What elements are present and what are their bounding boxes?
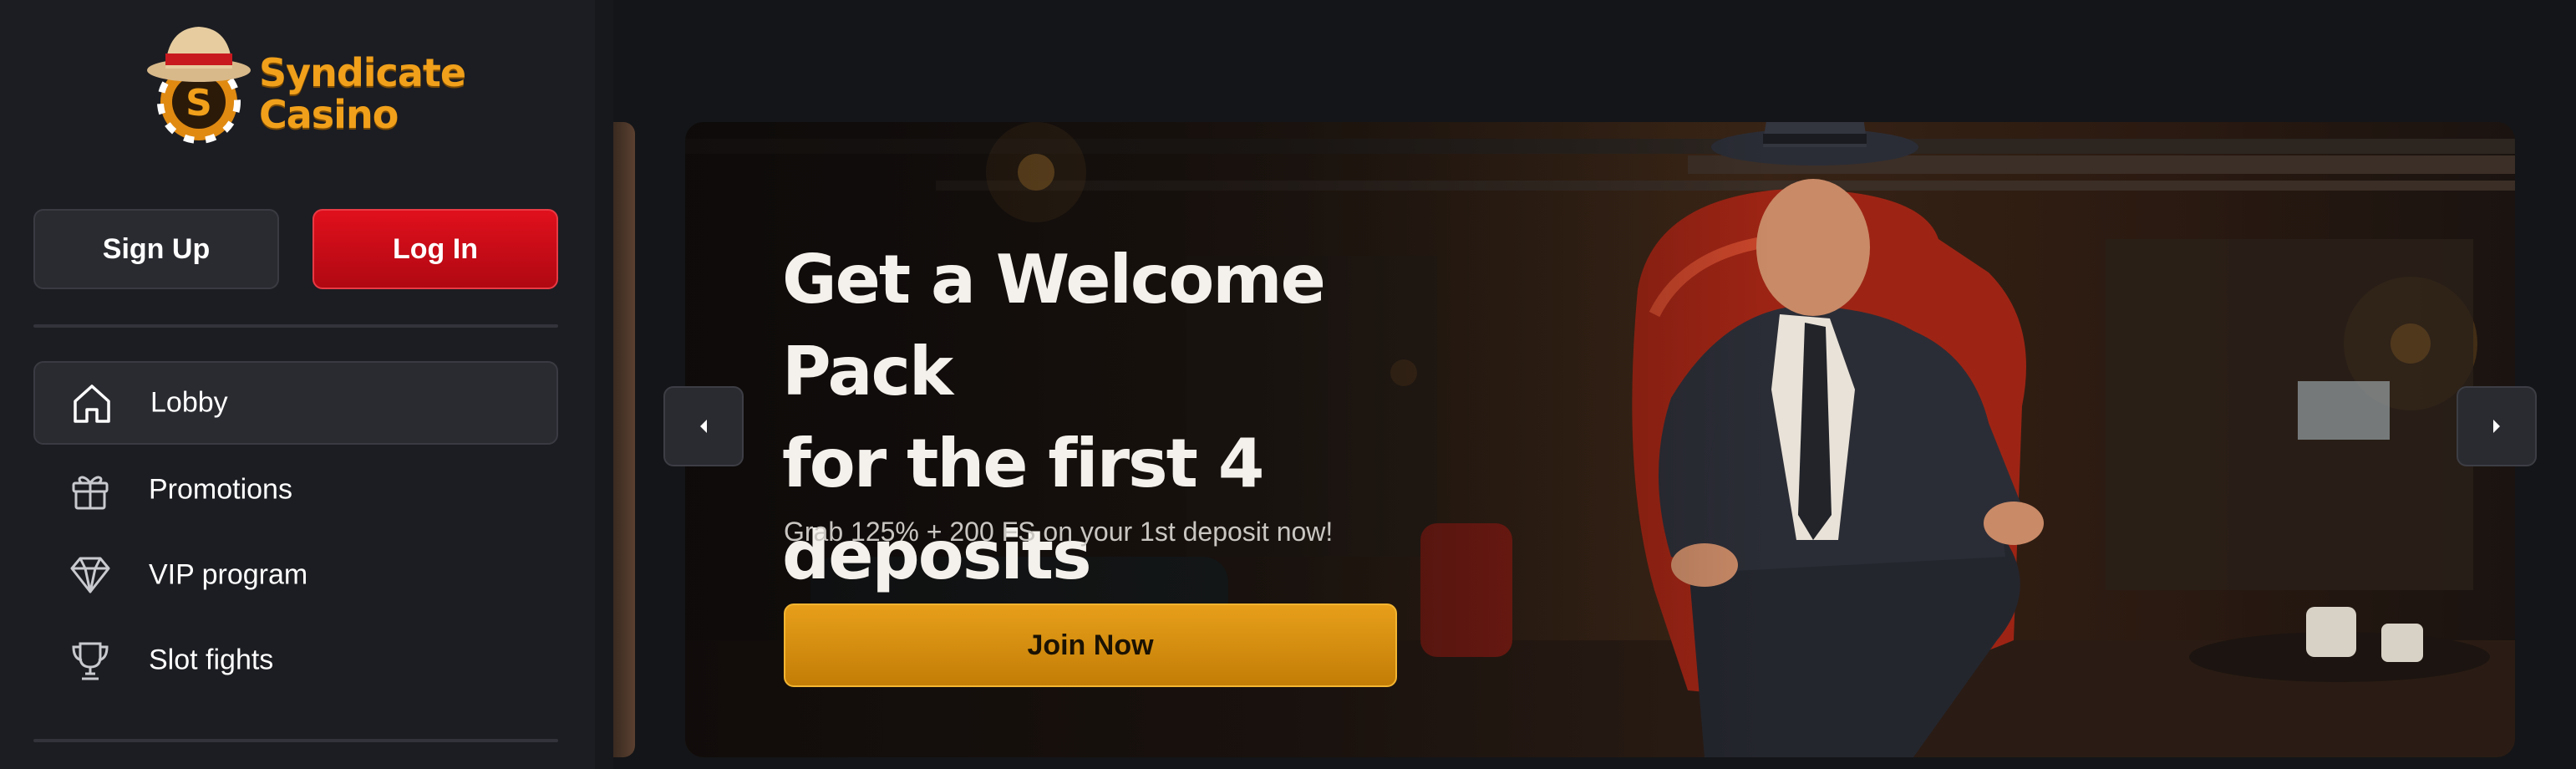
logo[interactable]: S Syndicate Casino — [147, 20, 466, 154]
carousel-next-button[interactable] — [2457, 386, 2537, 466]
banner-subtext: Grab 125% + 200 FS on your 1st deposit n… — [784, 517, 1334, 547]
sidebar-scrollbar-track — [595, 0, 613, 769]
caret-left-icon — [700, 420, 707, 433]
divider — [33, 324, 558, 328]
carousel-prev-button[interactable] — [663, 386, 744, 466]
svg-text:S: S — [185, 82, 212, 125]
sidebar-item-promotions[interactable]: Promotions — [33, 448, 558, 532]
logo-text: Syndicate Casino — [259, 50, 466, 137]
sidebar-item-slot-fights[interactable]: Slot fights — [33, 619, 558, 702]
promo-banner[interactable]: Get a Welcome Pack for the first 4 depos… — [685, 122, 2515, 757]
logo-icon: S — [147, 27, 251, 144]
home-icon — [74, 384, 110, 423]
diamond-icon — [70, 557, 110, 593]
join-now-button[interactable]: Join Now — [784, 603, 1397, 687]
sidebar: S Syndicate Casino Sign Up Log In Lobby … — [0, 0, 595, 769]
sidebar-item-label: Promotions — [149, 473, 292, 506]
gift-icon — [72, 476, 109, 510]
log-in-button[interactable]: Log In — [312, 209, 558, 289]
divider — [33, 739, 558, 742]
caret-right-icon — [2493, 420, 2500, 433]
sidebar-item-label: Lobby — [150, 386, 228, 419]
sidebar-item-vip-program[interactable]: VIP program — [33, 533, 558, 617]
trophy-icon — [72, 642, 109, 680]
sidebar-item-label: Slot fights — [149, 644, 274, 676]
sidebar-item-label: VIP program — [149, 558, 308, 591]
sidebar-item-lobby[interactable]: Lobby — [33, 361, 558, 445]
sign-up-button[interactable]: Sign Up — [33, 209, 279, 289]
previous-slide-preview — [613, 122, 635, 757]
